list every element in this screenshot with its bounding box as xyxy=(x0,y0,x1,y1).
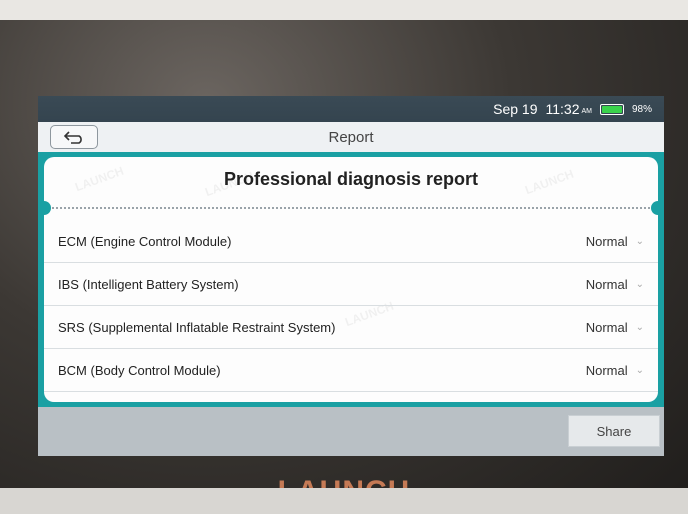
page-title: Report xyxy=(328,129,374,146)
report-item-status[interactable]: Normal ⌄ xyxy=(586,277,644,292)
share-button[interactable]: Share xyxy=(568,415,660,447)
bezel-bottom xyxy=(0,488,688,514)
status-label: Normal xyxy=(585,319,628,335)
status-label: Normal xyxy=(585,276,628,292)
battery-icon xyxy=(599,103,624,115)
status-bar: Sep 19 11:32 AM 98% xyxy=(38,96,664,122)
report-item[interactable]: BCM (Body Control Module) Normal ⌄ xyxy=(44,349,658,392)
card-notch-left xyxy=(44,201,51,215)
status-label: Normal xyxy=(585,362,628,378)
title-bar: Report xyxy=(38,122,664,153)
report-list: ECM (Engine Control Module) Normal ⌄ IBS… xyxy=(44,220,658,392)
report-item-name: ECM (Engine Control Module) xyxy=(58,233,232,249)
card-notch-right xyxy=(651,201,658,215)
status-ampm: AM xyxy=(581,108,592,115)
report-item-name: SRS (Supplemental Inflatable Restraint S… xyxy=(58,319,336,335)
report-item-status[interactable]: Normal ⌄ xyxy=(586,363,644,378)
report-item[interactable]: ECM (Engine Control Module) Normal ⌄ xyxy=(44,220,658,263)
status-time: 11:32 xyxy=(545,101,580,117)
chevron-down-icon: ⌄ xyxy=(635,364,644,376)
report-item-name: IBS (Intelligent Battery System) xyxy=(58,276,239,292)
battery-percent: 98% xyxy=(631,103,652,115)
report-item-status[interactable]: Normal ⌄ xyxy=(586,320,644,335)
footer-bar: Share xyxy=(38,407,664,456)
report-item-name: BCM (Body Control Module) xyxy=(58,362,221,378)
chevron-down-icon: ⌄ xyxy=(635,321,644,333)
device-bezel: Sep 19 11:32 AM 98% Report LAUNCH LAUNCH… xyxy=(0,0,688,514)
report-item[interactable]: IBS (Intelligent Battery System) Normal … xyxy=(44,263,658,306)
bezel-top xyxy=(0,0,688,20)
report-item[interactable]: SRS (Supplemental Inflatable Restraint S… xyxy=(44,306,658,349)
report-heading: Professional diagnosis report xyxy=(223,169,479,189)
chevron-down-icon: ⌄ xyxy=(635,278,644,290)
report-panel: LAUNCH LAUNCH LAUNCH LAUNCH Professional… xyxy=(38,152,664,407)
chevron-down-icon: ⌄ xyxy=(635,235,644,247)
screen: Sep 19 11:32 AM 98% Report LAUNCH LAUNCH… xyxy=(38,96,664,456)
report-card: LAUNCH LAUNCH LAUNCH LAUNCH Professional… xyxy=(44,157,658,402)
report-item-status[interactable]: Normal ⌄ xyxy=(586,234,644,249)
status-date: Sep 19 xyxy=(493,101,538,117)
battery-fill xyxy=(601,105,622,113)
status-label: Normal xyxy=(585,233,628,249)
dotted-divider xyxy=(52,207,650,209)
